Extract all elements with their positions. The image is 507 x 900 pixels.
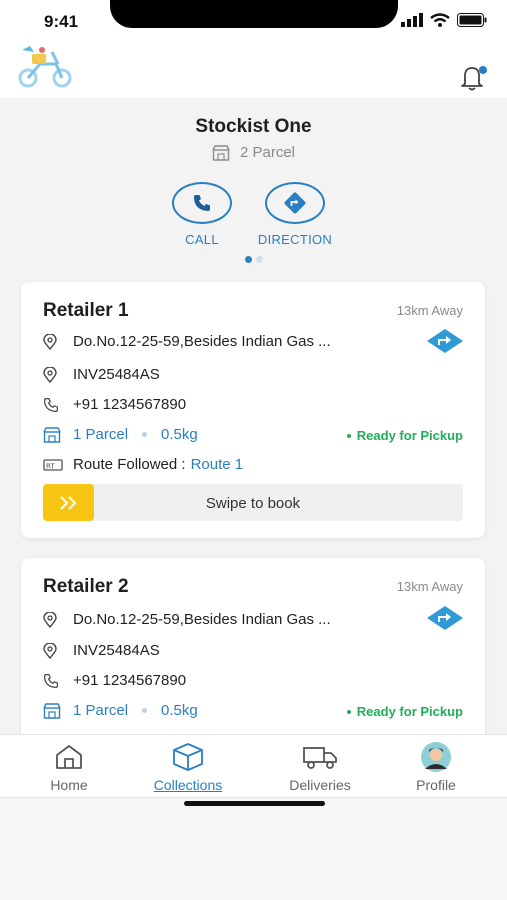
device-notch: [110, 0, 398, 28]
status-badge: Ready for Pickup: [346, 428, 463, 443]
separator-dot: [142, 432, 148, 437]
invoice-row: INV25484AS: [43, 642, 160, 659]
retailer-distance: 13km Away: [396, 579, 463, 594]
location-pin-icon: [43, 366, 63, 383]
swipe-handle[interactable]: [43, 484, 94, 521]
retailer-address: Do.No.12-25-59,Besides Indian Gas ...: [73, 333, 331, 350]
address-row: Do.No.12-25-59,Besides Indian Gas ...: [43, 333, 331, 350]
retailer-card[interactable]: Retailer 1 13km Away Do.No.12-25-59,Besi…: [21, 282, 485, 538]
call-label: CALL: [185, 232, 219, 247]
status-dot-icon: [346, 709, 351, 714]
avatar: [421, 742, 451, 772]
retailer-phone[interactable]: +91 1234567890: [73, 396, 186, 413]
invoice-row: INV25484AS: [43, 366, 160, 383]
retailer-direction-button[interactable]: [427, 329, 463, 358]
carousel-dot[interactable]: [255, 256, 263, 263]
signal-icon: [401, 13, 423, 27]
home-icon: [56, 745, 82, 769]
call-circle[interactable]: [172, 182, 232, 224]
notification-button[interactable]: [459, 64, 489, 97]
tab-label: Collections: [153, 777, 223, 793]
store-icon: [212, 144, 230, 161]
app-bar: [0, 42, 507, 98]
stockist-header: Stockist One 2 Parcel CALL DIRECTION: [0, 98, 507, 270]
bottom-tab-bar: Home Collections Deliveries Profile: [0, 734, 507, 798]
direction-button[interactable]: DIRECTION: [245, 182, 345, 247]
retailer-weight: 0.5kg: [161, 426, 198, 443]
retailer-parcel: 1 Parcel: [73, 702, 129, 719]
call-button[interactable]: CALL: [152, 182, 252, 247]
phone-row[interactable]: +91 1234567890: [43, 672, 186, 689]
status-dot-icon: [346, 433, 351, 438]
tab-label: Deliveries: [289, 777, 351, 793]
home-indicator: [184, 801, 325, 806]
direction-icon: [284, 192, 306, 214]
battery-icon: [457, 13, 487, 27]
tab-deliveries[interactable]: Deliveries: [265, 741, 375, 793]
scooter-logo-icon: [18, 46, 72, 88]
phone-icon: [43, 673, 63, 689]
direction-circle[interactable]: [265, 182, 325, 224]
status-text: Ready for Pickup: [356, 704, 463, 719]
stockist-name: Stockist One: [195, 116, 312, 137]
route-icon: RT: [43, 458, 63, 472]
carousel-dot-active[interactable]: [244, 256, 252, 263]
tab-collections[interactable]: Collections: [133, 741, 243, 793]
store-icon: [43, 426, 63, 443]
retailer-direction-button[interactable]: [427, 606, 463, 635]
carousel-dots: [0, 256, 507, 263]
double-chevron-right-icon: [59, 495, 76, 510]
retailer-invoice: INV25484AS: [73, 642, 160, 659]
bell-icon: [461, 66, 487, 91]
tab-label: Profile: [416, 777, 456, 793]
retailer-parcel: 1 Parcel: [73, 426, 129, 443]
svg-text:RT: RT: [46, 462, 55, 470]
box-icon: [173, 743, 203, 771]
status-time: 9:41: [44, 12, 79, 31]
status-badge: Ready for Pickup: [346, 704, 463, 719]
retailer-distance: 13km Away: [396, 303, 463, 318]
stockist-parcel-info: 2 Parcel: [0, 144, 507, 161]
system-icons: [401, 13, 487, 27]
truck-icon: [303, 747, 337, 769]
route-value[interactable]: Route 1: [191, 456, 244, 473]
parcel-row: 1 Parcel 0.5kg: [43, 426, 198, 443]
direction-label: DIRECTION: [257, 232, 333, 247]
route-label: Route Followed :: [73, 456, 186, 473]
tab-label: Home: [50, 777, 88, 793]
retailer-phone[interactable]: +91 1234567890: [73, 672, 186, 689]
direction-icon: [427, 606, 463, 630]
retailer-name: Retailer 1: [43, 300, 129, 321]
retailer-address: Do.No.12-25-59,Besides Indian Gas ...: [73, 611, 331, 628]
location-pin-icon: [43, 642, 63, 659]
address-row: Do.No.12-25-59,Besides Indian Gas ...: [43, 611, 331, 628]
tab-home[interactable]: Home: [14, 741, 124, 793]
retailer-weight: 0.5kg: [161, 702, 198, 719]
separator-dot: [142, 708, 148, 713]
phone-icon: [43, 397, 63, 413]
status-bar: 9:41: [0, 0, 507, 42]
app-logo: [12, 44, 76, 95]
location-pin-icon: [43, 611, 63, 628]
phone-icon: [194, 195, 210, 211]
swipe-label: Swipe to book: [205, 495, 301, 512]
store-icon: [43, 702, 63, 719]
location-pin-icon: [43, 333, 63, 350]
phone-row[interactable]: +91 1234567890: [43, 396, 186, 413]
wifi-icon: [430, 13, 450, 27]
route-row: RT Route Followed : Route 1: [43, 456, 243, 473]
swipe-to-book-slider[interactable]: Swipe to book: [43, 484, 463, 521]
parcel-row: 1 Parcel 0.5kg: [43, 702, 198, 719]
direction-icon: [427, 329, 463, 353]
stockist-parcel-count: 2 Parcel: [239, 144, 296, 161]
bottom-area: [0, 798, 507, 900]
retailer-invoice: INV25484AS: [73, 366, 160, 383]
tab-profile[interactable]: Profile: [381, 741, 491, 793]
status-text: Ready for Pickup: [356, 428, 463, 443]
retailer-name: Retailer 2: [43, 576, 129, 597]
